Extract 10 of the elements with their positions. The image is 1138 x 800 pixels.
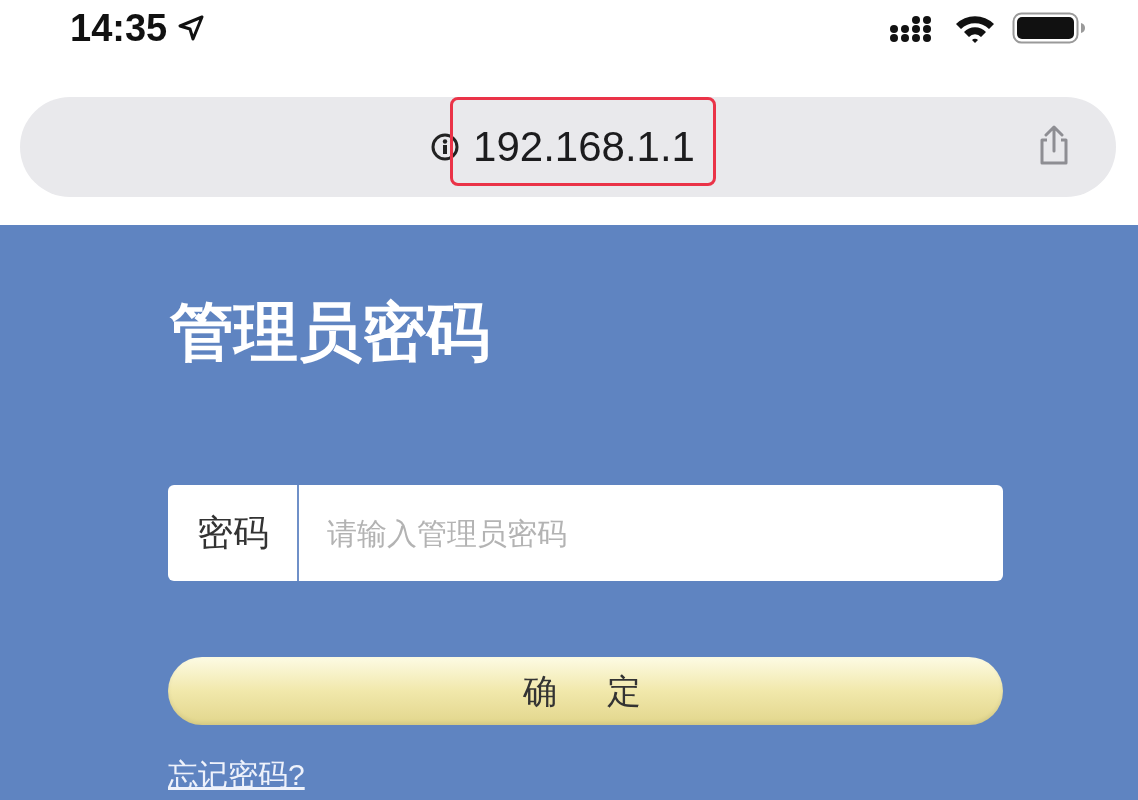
- password-field[interactable]: 请输入管理员密码: [299, 485, 1003, 581]
- info-icon: [431, 133, 460, 161]
- location-arrow-icon: [177, 13, 206, 42]
- confirm-button[interactable]: 确 定: [168, 657, 1003, 725]
- field-label: 密码: [168, 485, 297, 581]
- page-title: 管理员密码: [170, 300, 491, 364]
- battery-icon: [1012, 11, 1086, 44]
- address-bar[interactable]: 192.168.1.1: [20, 97, 1116, 197]
- url-text: 192.168.1.1: [473, 124, 695, 170]
- status-time: 14:35: [70, 8, 168, 47]
